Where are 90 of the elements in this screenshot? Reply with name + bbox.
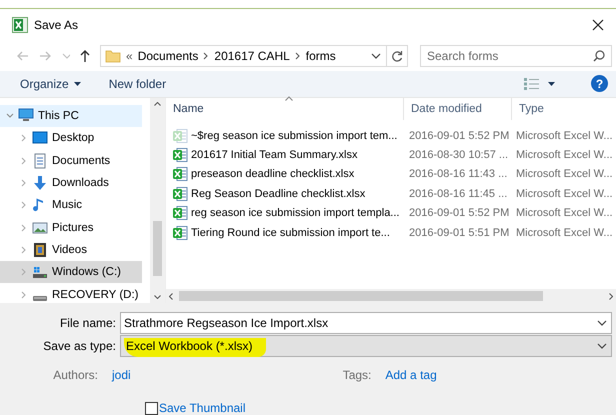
chevron-down-icon xyxy=(597,318,607,328)
details-view-icon xyxy=(524,78,539,90)
date-modified: 2016-09-01 5:52 PM xyxy=(409,130,510,142)
chevron-right-icon xyxy=(203,52,210,60)
breadcrumb-link[interactable]: 201617 CAHL xyxy=(214,49,290,64)
date-modified: 2016-09-01 5:52 PM xyxy=(409,207,510,220)
refresh-icon xyxy=(391,50,403,62)
column-header[interactable]: Type xyxy=(512,98,616,120)
file-type: Microsoft Excel W... xyxy=(516,188,613,200)
authors-label: Authors: xyxy=(52,368,99,382)
chevron-right-icon xyxy=(294,52,301,60)
chevron-down-icon xyxy=(154,295,161,299)
chevron-up-icon xyxy=(154,102,161,106)
chevron-left-icon xyxy=(169,292,173,300)
folder-icon xyxy=(105,49,121,64)
checkbox[interactable] xyxy=(145,402,158,414)
picture-icon xyxy=(32,220,48,236)
organize-button[interactable]: Organize xyxy=(16,74,85,94)
file-type: Microsoft Excel W... xyxy=(516,226,613,239)
date-modified: 2016-09-01 5:51 PM xyxy=(409,226,510,239)
chevron-right-icon xyxy=(20,268,28,276)
chevron-right-icon xyxy=(20,179,28,188)
file-name[interactable]: 201617 Initial Team Summary.xlsx xyxy=(191,149,358,162)
navigation-item[interactable]: Windows (C:) xyxy=(0,261,142,284)
navigation-item[interactable]: Music xyxy=(0,194,142,216)
column-header[interactable]: Name xyxy=(166,98,404,120)
dropdown-caret-icon xyxy=(74,82,81,86)
search-icon xyxy=(593,50,605,62)
file-type-value: Excel Workbook (*.xlsx) xyxy=(124,338,266,357)
scroll-thumb[interactable] xyxy=(179,291,543,301)
search-field[interactable]: Search forms xyxy=(420,45,612,68)
navigation-item[interactable]: Videos xyxy=(0,238,142,262)
file-name[interactable]: preseason deadline checklist.xlsx xyxy=(191,168,354,180)
vertical-scrollbar[interactable] xyxy=(150,98,165,303)
file-name[interactable]: Reg Season Deadline checklist.xlsx xyxy=(191,188,366,200)
spreadsheet-app-icon xyxy=(12,17,28,34)
file-name[interactable]: ~$reg season ice submission import tem... xyxy=(191,130,398,142)
authors-link[interactable]: jodi xyxy=(112,368,131,382)
window-title: Save As xyxy=(34,18,80,32)
file-type: Microsoft Excel W... xyxy=(516,149,613,162)
navigation-item[interactable]: This PC xyxy=(0,105,142,128)
field-label: Save as type: xyxy=(42,339,117,353)
close-icon xyxy=(592,19,604,32)
breadcrumb-link[interactable]: forms xyxy=(306,49,336,64)
date-modified: 2016-08-16 11:45 ... xyxy=(409,188,508,200)
sort-ascending-icon xyxy=(284,96,292,101)
dropdown-caret-icon xyxy=(548,82,555,86)
chevron-down-icon xyxy=(597,341,607,351)
tags-label: Tags: xyxy=(342,368,372,382)
chevron-right-icon xyxy=(609,292,613,300)
chevron-right-icon xyxy=(20,134,28,142)
save-thumbnail-link[interactable]: Save Thumbnail xyxy=(159,401,246,415)
navigation-item[interactable]: RECOVERY (D:) xyxy=(0,283,142,303)
horizontal-scrollbar[interactable] xyxy=(166,289,616,303)
address-bar[interactable]: « Documents 201617 CAHL forms xyxy=(100,45,408,68)
breadcrumb-link[interactable]: Documents xyxy=(138,49,198,64)
navigation-item[interactable]: Downloads xyxy=(0,172,142,194)
date-modified: 2016-08-30 10:57 ... xyxy=(409,149,508,162)
chevron-down-icon xyxy=(6,112,14,120)
help-button[interactable]: ? xyxy=(591,75,608,92)
date-modified: 2016-08-16 11:43 ... xyxy=(409,168,508,180)
drive-icon xyxy=(32,264,48,280)
chevron-right-icon xyxy=(20,224,28,232)
file-name[interactable]: Tiering Round ice submission import te... xyxy=(191,226,390,239)
chevron-down-icon xyxy=(371,51,381,62)
chevron-right-icon xyxy=(20,290,28,299)
add-tag-link[interactable]: Add a tag xyxy=(385,368,437,382)
navigation-item[interactable]: Pictures xyxy=(0,216,142,239)
down-arrow-icon xyxy=(32,175,48,192)
file-type: Microsoft Excel W... xyxy=(516,168,613,180)
document-icon xyxy=(32,152,48,169)
scroll-thumb[interactable] xyxy=(153,220,162,276)
desktop-icon xyxy=(32,130,48,146)
drive-icon xyxy=(32,294,48,302)
file-name[interactable]: reg season ice submission import templa... xyxy=(191,207,400,220)
column-header[interactable]: Date modified xyxy=(404,98,512,120)
overflow-chevron[interactable]: « xyxy=(126,49,133,64)
file-type-dropdown[interactable]: Excel Workbook (*.xlsx) xyxy=(120,335,612,357)
chevron-right-icon xyxy=(20,156,28,165)
file-name-field[interactable]: Strathmore Regseason Ice Import.xlsx xyxy=(120,312,612,334)
new-folder-button[interactable]: New folder xyxy=(104,74,170,94)
navigation-item[interactable]: Desktop xyxy=(0,127,142,150)
film-icon xyxy=(32,242,48,258)
navigation-item[interactable]: Documents xyxy=(0,150,142,172)
up-arrow-icon xyxy=(78,49,92,64)
chevron-right-icon xyxy=(20,246,28,254)
field-label: File name: xyxy=(58,316,117,330)
file-type: Microsoft Excel W... xyxy=(516,207,613,220)
file-type: Microsoft Excel W... xyxy=(516,130,613,142)
chevron-right-icon xyxy=(20,201,28,210)
